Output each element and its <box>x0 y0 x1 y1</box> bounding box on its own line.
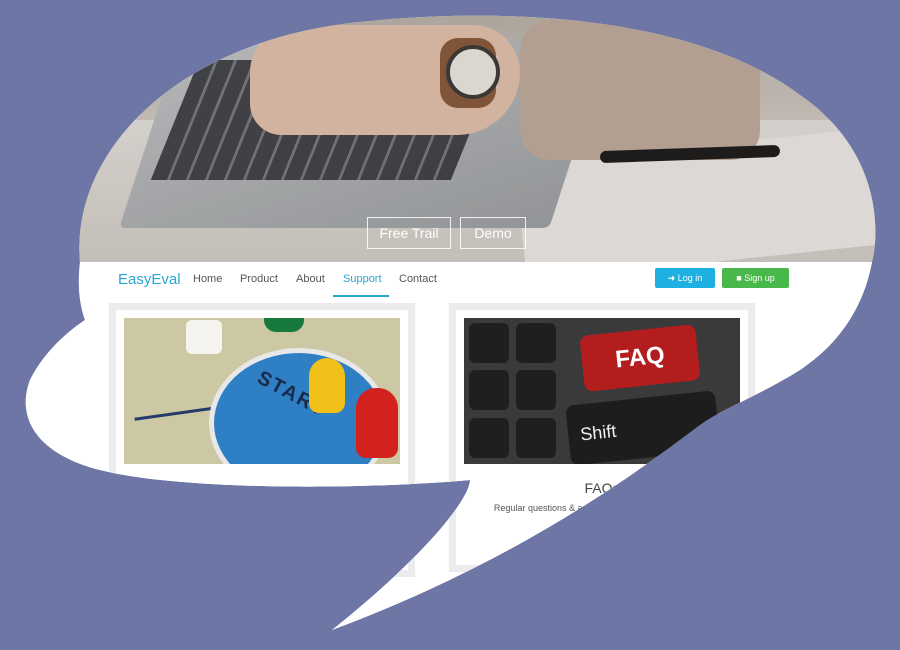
yellow-piece <box>309 358 345 413</box>
login-button[interactable]: ➜ Log in <box>655 268 715 288</box>
keyboard-key <box>516 370 556 410</box>
board-game-image: START <box>124 318 400 464</box>
keyboard-key <box>516 323 556 363</box>
keyboard-key <box>516 418 556 458</box>
brand-logo[interactable]: EasyEval <box>118 271 181 288</box>
nav-item-contact[interactable]: Contact <box>399 273 437 285</box>
keyboard-key <box>469 370 509 410</box>
active-nav-indicator <box>333 295 389 297</box>
red-piece <box>356 388 398 458</box>
nav-item-product[interactable]: Product <box>240 273 278 285</box>
keyboard-key <box>469 323 509 363</box>
login-label: Log in <box>677 273 703 283</box>
keyboard-key <box>469 418 509 458</box>
free-trail-button[interactable]: Free Trail <box>367 217 451 249</box>
sign-in-icon: ➜ <box>667 273 676 283</box>
green-piece <box>264 318 304 332</box>
nav-item-home[interactable]: Home <box>193 273 222 285</box>
dice-image <box>186 320 222 354</box>
nav-item-support[interactable]: Support <box>343 273 382 285</box>
faq-key: FAQ <box>579 324 700 392</box>
demo-button[interactable]: Demo <box>460 217 526 249</box>
nav-item-about[interactable]: About <box>296 273 325 285</box>
signup-label: Sign up <box>744 273 775 283</box>
user-icon: ■ <box>736 273 742 283</box>
signup-button[interactable]: ■ Sign up <box>722 268 789 288</box>
